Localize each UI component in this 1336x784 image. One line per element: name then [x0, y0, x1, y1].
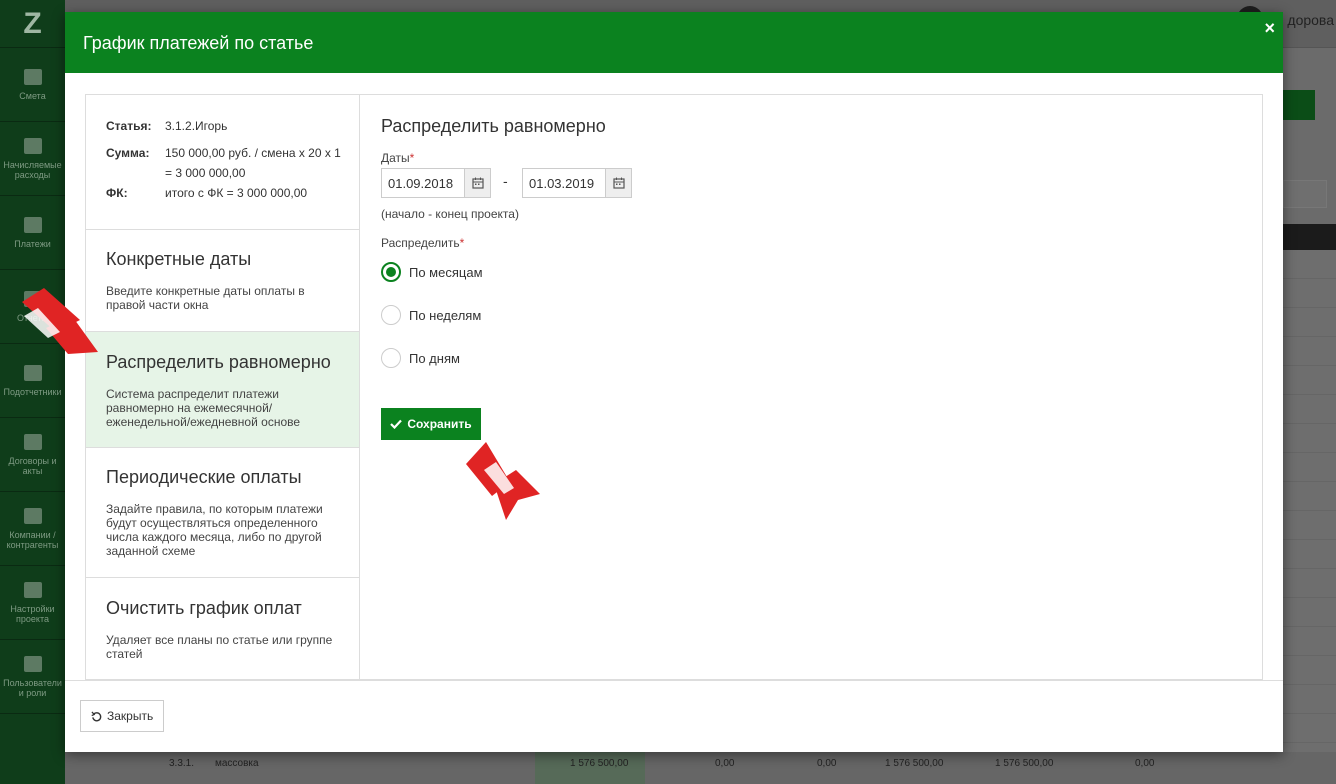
list-icon [23, 433, 42, 450]
row-name: массовка [215, 758, 259, 769]
sidebar-item-companies[interactable]: Компании / контрагенты [0, 492, 65, 566]
app-sidebar: Z Смета Начисляемые расходы Платежи Отче… [0, 0, 65, 784]
payment-schedule-modal: График платежей по статье × Статья: 3.1.2… [65, 12, 1283, 752]
row-value: 0,00 [817, 758, 837, 769]
dates-hint: (начало - конец проекта) [381, 207, 519, 221]
sidebar-item-label: Пользователи и роли [3, 677, 62, 698]
sum-value: 150 000,00 руб. / смена х 20 х 1 = 3 000… [165, 146, 341, 180]
form-heading: Распределить равномерно [381, 116, 606, 136]
red-chevron-arrows-icon [466, 442, 540, 520]
distribute-label-text: Распределить [381, 236, 460, 250]
article-value: 3.1.2.Игорь [165, 119, 228, 133]
row-value: 0,00 [715, 758, 735, 769]
red-chevron-arrows-icon [22, 288, 98, 354]
row-code: 3.3.1. [169, 758, 195, 769]
dates-label-text: Даты [381, 151, 410, 165]
calendar-icon [23, 137, 42, 154]
option-title: Конкретные даты [106, 249, 252, 269]
modal-footer: Закрыть [65, 680, 1283, 752]
date-separator: - [503, 173, 508, 189]
row-value: 0,00 [1135, 758, 1155, 769]
background-action-button [1283, 90, 1315, 120]
option-description: Задайте правила, по которым платежи буду… [106, 502, 323, 558]
dates-label: Даты* [381, 151, 414, 165]
fk-label: ФК: [106, 186, 128, 200]
required-mark: * [459, 236, 465, 250]
close-button-label: Закрыть [107, 709, 154, 723]
sliders-icon [23, 581, 42, 598]
option-description: Система распределит платежи равномерно н… [106, 387, 301, 429]
sum-label: Сумма: [106, 146, 150, 160]
sidebar-item-contracts[interactable]: Договоры и акты [0, 418, 65, 492]
sidebar-item-estimate[interactable]: Смета [0, 48, 65, 122]
calendar-icon[interactable] [464, 169, 490, 197]
user-icon [23, 507, 42, 524]
row-value: 1 576 500,00 [885, 758, 944, 769]
background-table-rows [1283, 250, 1336, 784]
option-clear-schedule[interactable]: Очистить график оплат Удаляет все планы … [86, 578, 359, 679]
required-mark: * [409, 151, 415, 165]
option-title: Распределить равномерно [106, 352, 331, 372]
row-value: 1 576 500,00 [570, 758, 629, 769]
sidebar-item-label: Настройки проекта [10, 603, 55, 624]
radio-label: По дням [409, 350, 460, 366]
save-button[interactable]: Сохранить [381, 408, 481, 440]
date-from-field [381, 168, 491, 198]
user-name[interactable]: дорова [1287, 12, 1334, 28]
option-specific-dates[interactable]: Конкретные даты Введите конкретные даты … [86, 230, 359, 332]
users-icon [23, 655, 42, 672]
sidebar-item-label: Начисляемые расходы [3, 159, 62, 180]
radio-by-days[interactable]: По дням [381, 348, 460, 368]
save-button-label: Сохранить [407, 417, 472, 431]
modal-body: Статья: 3.1.2.Игорь Сумма: 150 000,00 руб.… [85, 94, 1263, 680]
option-description: Удаляет все планы по статье или группе с… [106, 633, 333, 661]
background-select [1283, 180, 1327, 208]
article-label: Статья: [106, 119, 152, 133]
options-column: Статья: 3.1.2.Игорь Сумма: 150 000,00 руб.… [86, 95, 360, 679]
date-to-field [522, 168, 632, 198]
radio-by-weeks[interactable]: По неделям [381, 305, 481, 325]
option-description: Введите конкретные даты оплаты в правой … [106, 284, 305, 312]
close-button[interactable]: Закрыть [80, 700, 165, 732]
radio-button[interactable] [381, 305, 401, 325]
background-table-header [1283, 224, 1336, 250]
article-info: Статья: 3.1.2.Игорь Сумма: 150 000,00 руб.… [86, 95, 359, 230]
fk-value: итого с ФК = 3 000 000,00 [165, 186, 308, 200]
undo-icon [91, 710, 102, 721]
modal-title: График платежей по статье [83, 33, 314, 53]
sidebar-item-label: Компании / контрагенты [6, 529, 59, 550]
sidebar-item-label: Договоры и акты [8, 455, 57, 476]
date-from-input[interactable] [382, 169, 464, 197]
sidebar-item-label: Платежи [14, 238, 51, 249]
sidebar-item-project-settings[interactable]: Настройки проекта [0, 566, 65, 640]
row-value: 1 576 500,00 [995, 758, 1054, 769]
option-distribute-evenly[interactable]: Распределить равномерно Система распреде… [86, 332, 359, 448]
date-to-input[interactable] [523, 169, 605, 197]
distribute-label: Распределить* [381, 236, 464, 250]
sidebar-item-accrued-expenses[interactable]: Начисляемые расходы [0, 122, 65, 196]
sidebar-item-label: Подотчетники [3, 386, 62, 397]
briefcase-icon [23, 364, 42, 381]
sidebar-item-users-roles[interactable]: Пользователи и роли [0, 640, 65, 714]
radio-label: По неделям [409, 307, 482, 323]
radio-button[interactable] [381, 262, 401, 282]
table-icon [23, 216, 42, 233]
radio-label: По месяцам [409, 264, 483, 280]
radio-by-months[interactable]: По месяцам [381, 262, 483, 282]
sidebar-item-label: Смета [19, 90, 46, 101]
calendar-icon[interactable] [605, 169, 631, 197]
option-title: Очистить график оплат [106, 598, 302, 618]
modal-header: График платежей по статье × [65, 12, 1283, 73]
background-table-row: 3.3.1. массовка 1 576 500,00 0,00 0,00 1… [65, 752, 1336, 784]
option-periodic-payments[interactable]: Периодические оплаты Задайте правила, по… [86, 448, 359, 578]
app-logo: Z [0, 0, 65, 48]
radio-button[interactable] [381, 348, 401, 368]
book-icon [23, 68, 42, 85]
checkmark-icon [390, 419, 403, 429]
close-icon[interactable]: × [1264, 18, 1275, 39]
sidebar-item-payments[interactable]: Платежи [0, 196, 65, 270]
option-title: Периодические оплаты [106, 467, 302, 487]
